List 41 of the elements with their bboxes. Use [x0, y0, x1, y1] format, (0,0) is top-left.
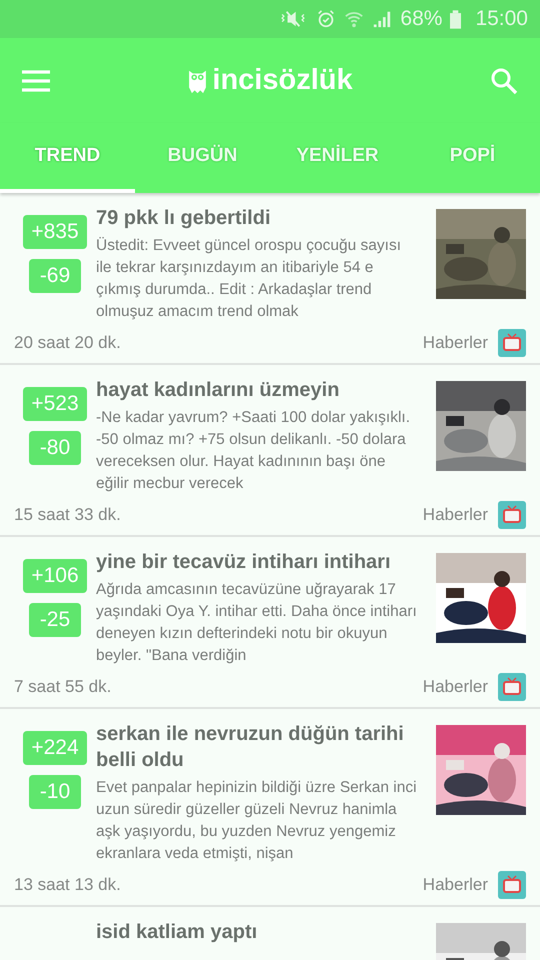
- downvote-count[interactable]: -25: [29, 603, 81, 637]
- tab[interactable]: YENİLER: [270, 123, 405, 193]
- tv-icon: [498, 673, 526, 701]
- entry-title: serkan ile nevruzun düğün tarihi belli oldu: [96, 722, 405, 773]
- channel-label[interactable]: Haberler: [422, 677, 488, 697]
- entry-age: 7 saat 55 dk.: [14, 677, 112, 697]
- entry-age: 15 saat 33 dk.: [14, 505, 122, 525]
- tv-icon: [498, 329, 526, 357]
- entry-card[interactable]: isid katliam yaptı: [0, 907, 540, 960]
- channel-label[interactable]: Haberler: [422, 875, 488, 895]
- entry-excerpt: Evet panpalar hepinizin bildiği üzre Serkan inci uzun süredir güzeller güzeli Nevruz hanimla aşk yaşıyordu, bu yuzden Nevruz yengemiz ekranlara veda etmişti, nişan: [96, 778, 417, 864]
- clock-time: 15:00: [475, 7, 528, 31]
- app-logo: incisözlük: [212, 64, 353, 97]
- tab[interactable]: POPİ: [405, 123, 540, 193]
- downvote-count[interactable]: -80: [29, 431, 81, 465]
- channel-label[interactable]: Haberler: [422, 333, 488, 353]
- tv-icon: [498, 501, 526, 529]
- entry-title: hayat kadınlarını üzmeyin: [96, 378, 340, 403]
- entry-excerpt: -Ne kadar yavrum? +Saati 100 dolar yakışıklı. -50 olmaz mı? +75 olsun delikanlı. -50 dolara vereceksen olur. Hayat kadınının başı öne eğilir mecbur verecek: [96, 408, 412, 494]
- downvote-count[interactable]: -69: [29, 259, 81, 293]
- downvote-count[interactable]: -10: [29, 775, 81, 809]
- signal-icon: [372, 9, 392, 29]
- tab[interactable]: BUGÜN: [135, 123, 270, 193]
- upvote-count[interactable]: +106: [23, 559, 87, 593]
- alarm-icon: [316, 9, 336, 29]
- tab[interactable]: TREND: [0, 123, 135, 193]
- entry-age: 13 saat 13 dk.: [14, 875, 122, 895]
- battery-icon: [450, 10, 462, 28]
- channel-label[interactable]: Haberler: [422, 505, 488, 525]
- entry-title: 79 pkk lı gebertildi: [96, 206, 272, 231]
- wifi-icon: [344, 9, 364, 29]
- entry-title: yine bir tecavüz intiharı intiharı: [96, 550, 392, 575]
- upvote-count[interactable]: +523: [23, 387, 87, 421]
- upvote-count[interactable]: +835: [23, 215, 87, 249]
- upvote-count[interactable]: +224: [23, 731, 87, 765]
- entry-excerpt: Üstedit: Evveet güncel orospu çocuğu sayısı ile tekrar karşınızdayım an itibariyle 54 e çıkmış durumda.. Edit : Arkadaşlar trend olmuşuz amacım trend olmak: [96, 236, 402, 322]
- entry-age: 20 saat 20 dk.: [14, 333, 122, 353]
- battery-percentage: 68%: [400, 7, 442, 31]
- tv-icon: [498, 871, 526, 899]
- entry-title: isid katliam yaptı: [96, 920, 258, 945]
- entry-excerpt: Ağrıda amcasının tecavüzüne uğrayarak 17 yaşındaki Oya Y. intihar etti. Daha önce intiharı deneyen kızın defterindeki notu bir okuyun beyler. "Bana verdiğin: [96, 580, 417, 666]
